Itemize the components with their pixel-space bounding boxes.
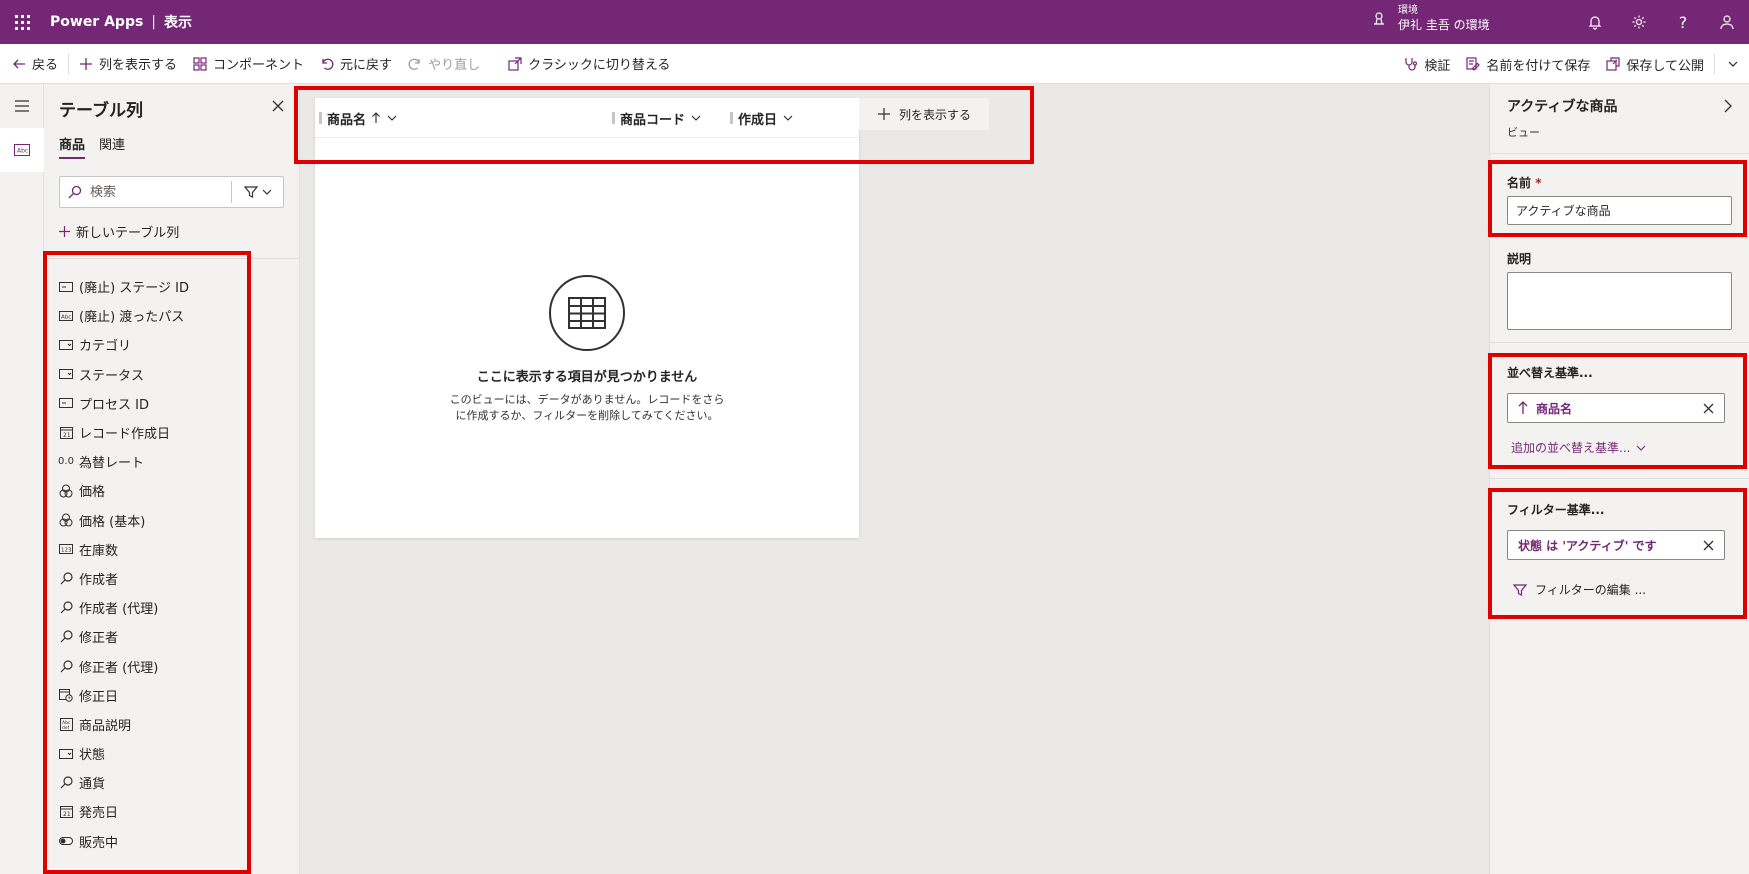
- app-name[interactable]: Power Apps: [50, 14, 143, 30]
- highlight-box: [1488, 160, 1747, 237]
- divider: [1714, 54, 1715, 74]
- validate-button[interactable]: 検証: [1396, 44, 1458, 84]
- undo-icon: [322, 58, 334, 70]
- waffle-icon: [14, 14, 30, 30]
- plus-icon: [80, 57, 93, 70]
- save-as-button[interactable]: 名前を付けて保存: [1458, 44, 1598, 84]
- app-title: Power Apps | 表示: [50, 12, 192, 32]
- highlight-box: [294, 86, 1034, 164]
- environment-icon: [1370, 9, 1388, 27]
- person-icon: [1720, 15, 1734, 30]
- panel-tabs: 商品 関連: [59, 134, 125, 159]
- stethoscope-icon: [1405, 58, 1418, 71]
- components-icon: [193, 56, 207, 71]
- save-publish-button[interactable]: 保存して公開: [1598, 44, 1712, 84]
- table-icon: [549, 275, 625, 351]
- divider: [68, 53, 70, 74]
- more-options-button[interactable]: [1717, 44, 1749, 84]
- app-launcher-button[interactable]: [0, 0, 44, 44]
- search-icon: [60, 185, 90, 199]
- environment-picker[interactable]: 環境 伊礼 圭吾 の環境: [1370, 4, 1490, 32]
- show-columns-button[interactable]: 列を表示する: [71, 44, 185, 84]
- environment-label: 環境: [1398, 5, 1418, 16]
- divider: [1490, 478, 1749, 479]
- table-columns-nav-button[interactable]: Abc: [0, 128, 44, 172]
- description-label: 説明: [1507, 252, 1532, 266]
- bell-icon: [1588, 16, 1602, 30]
- switch-classic-button[interactable]: クラシックに切り替える: [500, 44, 678, 84]
- top-bar: Power Apps | 表示 環境 伊礼 圭吾 の環境 ?: [0, 0, 1749, 44]
- notifications-button[interactable]: [1573, 0, 1617, 44]
- environment-name: 伊礼 圭吾 の環境: [1398, 18, 1490, 32]
- highlight-box: [43, 251, 251, 874]
- save-edit-icon: [1466, 57, 1481, 71]
- gear-icon: [1632, 15, 1646, 29]
- tab-products[interactable]: 商品: [59, 134, 86, 159]
- filter-dropdown-button[interactable]: [231, 181, 283, 203]
- view-title: アクティブな商品: [1507, 99, 1618, 115]
- svg-text:Abc: Abc: [17, 148, 28, 155]
- plus-icon: [59, 226, 70, 237]
- arrow-left-icon: [13, 59, 25, 68]
- menu-button[interactable]: [0, 84, 44, 128]
- chevron-down-icon: [262, 189, 271, 195]
- view-grid: 商品名 商品コード 作成日 ここに表示する項目が見つかりません このビューには、…: [315, 98, 859, 538]
- left-rail: Abc: [0, 84, 44, 874]
- title-separator: |: [151, 14, 157, 30]
- new-table-column-button[interactable]: 新しいテーブル列: [59, 222, 179, 241]
- divider: [1490, 153, 1749, 154]
- close-icon: [272, 100, 284, 112]
- highlight-box: [1488, 488, 1747, 619]
- command-bar: 戻る 列を表示する コンポーネント 元に戻す やり直し クラシックに切り替える …: [0, 44, 1749, 84]
- chevron-right-icon: [1724, 99, 1732, 113]
- tab-related[interactable]: 関連: [99, 134, 125, 159]
- collapse-panel-button[interactable]: [1718, 96, 1738, 116]
- filter-icon: [243, 186, 258, 198]
- redo-icon: [408, 58, 420, 70]
- panel-title: テーブル列: [59, 101, 143, 121]
- chevron-down-icon: [1728, 61, 1738, 67]
- help-button[interactable]: ?: [1661, 0, 1705, 44]
- empty-state-description: このビューには、データがありません。レコードをさら に作成するか、フィルターを削…: [449, 393, 725, 422]
- publish-icon: [1606, 57, 1620, 71]
- view-subtitle: ビュー: [1507, 126, 1540, 139]
- help-icon: ?: [1678, 12, 1688, 32]
- back-button[interactable]: 戻る: [0, 44, 66, 84]
- undo-button[interactable]: 元に戻す: [312, 44, 400, 84]
- highlight-box: [1488, 353, 1747, 469]
- hamburger-icon: [15, 100, 29, 112]
- redo-button[interactable]: やり直し: [400, 44, 488, 84]
- empty-state-title: ここに表示する項目が見つかりません: [476, 370, 698, 385]
- open-external-icon: [508, 56, 522, 71]
- search-input[interactable]: [90, 184, 231, 200]
- close-button[interactable]: [268, 96, 288, 116]
- page-title: 表示: [164, 15, 193, 31]
- search-box: [59, 176, 284, 208]
- account-button[interactable]: [1705, 0, 1749, 44]
- components-button[interactable]: コンポーネント: [185, 44, 312, 84]
- description-field[interactable]: [1507, 272, 1732, 330]
- settings-button[interactable]: [1617, 0, 1661, 44]
- divider: [1490, 342, 1749, 343]
- columns-icon: Abc: [14, 144, 30, 156]
